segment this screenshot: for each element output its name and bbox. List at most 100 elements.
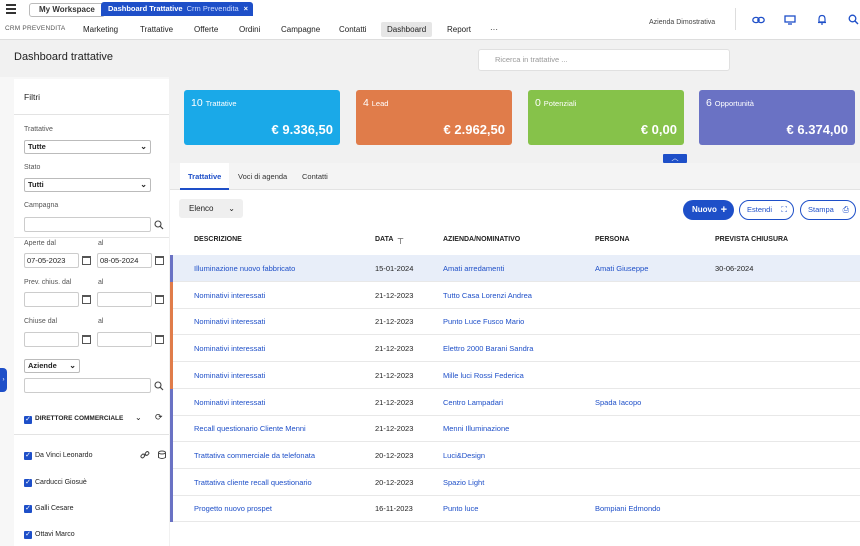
search-icon[interactable] <box>154 220 164 230</box>
collapse-cards-icon[interactable]: ︿ <box>663 154 687 163</box>
column-header-descrizione[interactable]: DESCRIZIONE <box>194 236 242 243</box>
sidebar-toggle-icon[interactable]: › <box>0 368 7 392</box>
row-status-bar <box>170 361 173 389</box>
new-button[interactable]: Nuovo + <box>683 200 734 220</box>
print-button[interactable]: Stampa ⎙ <box>800 200 856 220</box>
aziende-select[interactable]: Aziende ⌄ <box>24 359 80 373</box>
calendar-icon[interactable] <box>82 256 91 265</box>
stato-filter-select[interactable]: Tutti ⌄ <box>24 178 151 192</box>
cell-azienda[interactable]: Amati arredamenti <box>443 264 504 273</box>
table-row[interactable]: Nominativi interessati 21-12-2023 Punto Lu… <box>170 308 860 336</box>
cell-descrizione[interactable]: Trattativa cliente recall questionario <box>194 478 312 487</box>
table-row[interactable]: Progetto nuovo prospet 16-11-2023 Punto lu… <box>170 495 860 523</box>
kpi-card-trattative[interactable]: 10 Trattative € 9.336,50 <box>184 90 340 145</box>
kpi-card-lead[interactable]: 4 Lead € 2.962,50 <box>356 90 512 145</box>
nav-item-campagne[interactable]: Campagne <box>275 22 326 37</box>
plus-icon: + <box>720 204 727 216</box>
trattative-filter-select[interactable]: Tutte ⌄ <box>24 140 151 154</box>
cell-azienda[interactable]: Punto Luce Fusco Mario <box>443 317 524 326</box>
cell-descrizione[interactable]: Illuminazione nuovo fabbricato <box>194 264 295 273</box>
cell-descrizione[interactable]: Nominativi interessati <box>194 398 265 407</box>
tab-voci-di-agenda[interactable]: Voci di agenda <box>230 163 295 190</box>
table-row[interactable]: Trattativa cliente recall questionario 20… <box>170 468 860 496</box>
bell-icon[interactable] <box>817 14 827 25</box>
table-row[interactable]: Nominativi interessati 21-12-2023 Elettro … <box>170 335 860 363</box>
table-row[interactable]: Illuminazione nuovo fabbricato 15-01-2024… <box>170 255 860 282</box>
prev-chius-al-input[interactable] <box>97 292 152 307</box>
table-row[interactable]: Trattativa commerciale da telefonata 20-1… <box>170 441 860 469</box>
close-tab-icon[interactable]: × <box>244 2 248 16</box>
campagna-input[interactable] <box>24 217 151 232</box>
search-icon[interactable] <box>154 381 164 391</box>
workspace-tab[interactable]: My Workspace <box>29 3 105 17</box>
group-checkbox[interactable]: ✓ <box>24 416 32 424</box>
chiuse-dal-input[interactable] <box>24 332 79 347</box>
person-checkbox[interactable]: ✓ <box>24 531 32 539</box>
nav-item-contatti[interactable]: Contatti <box>333 22 373 37</box>
column-header-prevista-chiusura[interactable]: PREVISTA CHIUSURA <box>715 236 788 243</box>
expand-button[interactable]: Estendi ⛶ <box>739 200 794 220</box>
aperte-dal-input[interactable]: 07-05-2023 <box>24 253 79 268</box>
cell-descrizione[interactable]: Nominativi interessati <box>194 291 265 300</box>
chevron-down-icon[interactable]: ⌄ <box>135 413 142 422</box>
person-checkbox[interactable]: ✓ <box>24 505 32 513</box>
refresh-icon[interactable]: ⟳ <box>155 412 163 423</box>
nav-item-offerte[interactable]: Offerte <box>188 22 224 37</box>
sort-icon[interactable]: ⊤ <box>397 237 404 246</box>
database-icon[interactable] <box>157 450 167 460</box>
person-checkbox[interactable]: ✓ <box>24 479 32 487</box>
nav-item-report[interactable]: Report <box>441 22 477 37</box>
cell-descrizione[interactable]: Recall questionario Cliente Menni <box>194 424 306 433</box>
cell-persona[interactable]: Bompiani Edmondo <box>595 504 660 513</box>
aperte-al-input[interactable]: 08-05-2024 <box>97 253 152 268</box>
cell-persona[interactable]: Amati Giuseppe <box>595 264 648 273</box>
person-checkbox[interactable]: ✓ <box>24 452 32 460</box>
cell-azienda[interactable]: Tutto Casa Lorenzi Andrea <box>443 291 532 300</box>
search-icon[interactable] <box>848 14 859 25</box>
table-row[interactable]: Nominativi interessati 21-12-2023 Mille lu… <box>170 361 860 389</box>
cell-descrizione[interactable]: Trattativa commerciale da telefonata <box>194 451 315 460</box>
link-icon[interactable] <box>140 450 150 460</box>
cell-descrizione[interactable]: Progetto nuovo prospet <box>194 504 272 513</box>
cell-descrizione[interactable]: Nominativi interessati <box>194 317 265 326</box>
hamburger-menu-icon[interactable] <box>6 4 16 14</box>
view-select[interactable]: Elenco ⌄ <box>179 199 243 218</box>
kpi-card-potenziali[interactable]: 0 Potenziali € 0,00 <box>528 90 684 145</box>
dashboard-tab[interactable]: Dashboard Trattative Crm Prevendita × <box>101 2 253 16</box>
tab-contatti[interactable]: Contatti <box>294 163 336 190</box>
aziende-input[interactable] <box>24 378 151 393</box>
cell-azienda[interactable]: Spazio Light <box>443 478 484 487</box>
cell-descrizione[interactable]: Nominativi interessati <box>194 344 265 353</box>
table-row[interactable]: Nominativi interessati 21-12-2023 Centro L… <box>170 388 860 416</box>
calendar-icon[interactable] <box>155 295 164 304</box>
calendar-icon[interactable] <box>155 335 164 344</box>
kpi-card-opportunita[interactable]: 6 Opportunità € 6.374,00 <box>699 90 855 145</box>
nav-item-marketing[interactable]: Marketing <box>77 22 124 37</box>
nav-item-trattative[interactable]: Trattative <box>134 22 179 37</box>
cell-azienda[interactable]: Luci&Design <box>443 451 485 460</box>
nav-item-more[interactable]: ··· <box>484 22 504 37</box>
prev-chius-dal-input[interactable] <box>24 292 79 307</box>
table-row[interactable]: Nominativi interessati 21-12-2023 Tutto Ca… <box>170 281 860 309</box>
tab-trattative[interactable]: Trattative <box>180 163 230 190</box>
cell-persona[interactable]: Spada Iacopo <box>595 398 641 407</box>
cell-azienda[interactable]: Elettro 2000 Barani Sandra <box>443 344 533 353</box>
cell-azienda[interactable]: Centro Lampadari <box>443 398 503 407</box>
column-header-persona[interactable]: PERSONA <box>595 236 630 243</box>
link-icon[interactable] <box>752 16 765 24</box>
monitor-icon[interactable] <box>784 15 796 25</box>
cell-azienda[interactable]: Menni Illuminazione <box>443 424 509 433</box>
search-input[interactable]: Ricerca in trattative ... <box>478 49 730 71</box>
column-header-azienda[interactable]: AZIENDA/NOMINATIVO <box>443 236 520 243</box>
column-header-data[interactable]: DATA <box>375 236 393 243</box>
chiuse-al-input[interactable] <box>97 332 152 347</box>
calendar-icon[interactable] <box>82 335 91 344</box>
cell-azienda[interactable]: Punto luce <box>443 504 478 513</box>
calendar-icon[interactable] <box>155 256 164 265</box>
cell-descrizione[interactable]: Nominativi interessati <box>194 371 265 380</box>
table-row[interactable]: Recall questionario Cliente Menni 21-12-2… <box>170 415 860 443</box>
nav-item-ordini[interactable]: Ordini <box>233 22 266 37</box>
cell-azienda[interactable]: Mille luci Rossi Federica <box>443 371 524 380</box>
calendar-icon[interactable] <box>82 295 91 304</box>
nav-item-dashboard[interactable]: Dashboard <box>381 22 433 37</box>
